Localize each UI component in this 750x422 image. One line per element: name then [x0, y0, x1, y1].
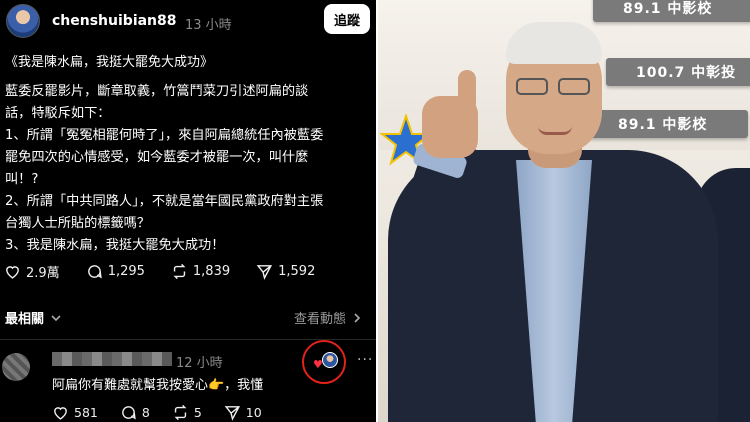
comment-button[interactable]: 1,295: [86, 263, 145, 280]
man-hair: [506, 22, 602, 64]
comment-icon: [87, 265, 102, 279]
glasses-icon: [516, 78, 594, 96]
chevron-down-icon: [51, 314, 61, 321]
post-body-line: 2、所謂「中共同路人」，不就是當年國民黨政府對主張: [5, 194, 324, 209]
share-count: 1,592: [278, 264, 316, 279]
comment-share-button[interactable]: 10: [224, 404, 262, 421]
comment-icon: [122, 406, 136, 420]
post-body-line: 1、所謂「冤冤相罷何時了」，來自阿扁總統任內被藍委: [5, 128, 324, 143]
sort-label: 最相關: [5, 312, 45, 327]
send-icon: [224, 406, 240, 421]
commenter-avatar-blurred[interactable]: [2, 353, 30, 381]
radio-station-sign: 89.1 中影校: [588, 110, 748, 138]
comment-repost-count: 5: [193, 405, 202, 420]
share-button[interactable]: 1,592: [256, 263, 315, 280]
author-username[interactable]: chenshuibian88: [52, 13, 177, 29]
man-smile: [538, 126, 572, 135]
post-header: chenshuibian88 13 小時 追蹤: [6, 4, 372, 40]
press-photo: 89.1 中影校 100.7 中彰投 89.1 中影校: [378, 0, 750, 422]
repost-icon: [174, 404, 187, 421]
comment-like-count: 581: [74, 405, 98, 420]
heart-icon: [54, 407, 67, 420]
repost-icon: [173, 263, 186, 280]
post-body-line: 台獨人士所貼的標籤嗎？: [5, 216, 151, 231]
send-icon: [256, 265, 273, 280]
repost-button[interactable]: 1,839: [171, 263, 230, 280]
author-avatar[interactable]: [6, 4, 40, 38]
more-options-icon[interactable]: ···: [357, 352, 373, 368]
post-body-line: 話，特駁斥如下：: [5, 106, 111, 121]
view-activity-link[interactable]: 查看動態: [294, 308, 362, 327]
thumbs-up-icon: [458, 70, 476, 112]
repost-count: 1,839: [192, 264, 231, 279]
post-body: 藍委反罷影片，斷章取義，竹篙鬥菜刀引述阿扁的談 話，特駁斥如下： 1、所謂「冤冤…: [5, 81, 367, 257]
author-mini-avatar: [322, 352, 338, 368]
like-button[interactable]: 2.9萬: [4, 262, 60, 281]
comment-like-button[interactable]: 581: [52, 404, 98, 421]
post-title: 《我是陳水扁，我挺大罷免大成功》: [5, 55, 214, 70]
radio-station-sign: 89.1 中影校: [593, 0, 750, 22]
comment-share-count: 10: [245, 405, 262, 420]
comment-count: 1,295: [107, 264, 145, 279]
comment-action-bar: 581 8 5 10: [52, 404, 262, 421]
comment-reply-count: 8: [141, 405, 150, 420]
commenter-name-blurred: [52, 352, 172, 366]
post-body-line: 罷免四次的心情感受，如今藍委才被罷一次，叫什麼: [5, 150, 309, 165]
like-count: 2.9萬: [26, 266, 60, 281]
comment-repost-button[interactable]: 5: [172, 404, 202, 421]
comment-text: 阿扁你有難處就幫我按愛心👉，我懂: [52, 378, 264, 393]
author-liked-highlight: ♥: [302, 340, 346, 384]
post-body-line: 藍委反罷影片，斷章取義，竹篙鬥菜刀引述阿扁的談: [5, 84, 309, 99]
post-body-line: 叫！?: [5, 172, 39, 187]
radio-station-sign: 100.7 中彰投: [606, 58, 750, 86]
comment-reply-button[interactable]: 8: [120, 404, 150, 421]
threads-post-panel: chenshuibian88 13 小時 追蹤 《我是陳水扁，我挺大罷免大成功》…: [0, 0, 376, 422]
comment-timestamp: 12 小時: [176, 356, 223, 371]
follow-button[interactable]: 追蹤: [324, 4, 370, 34]
chevron-right-icon: [354, 312, 361, 323]
heart-icon: [6, 266, 19, 279]
post-action-bar: 2.9萬 1,295 1,839 1,592: [4, 262, 315, 281]
post-timestamp: 13 小時: [185, 18, 232, 33]
activity-label: 查看動態: [293, 312, 346, 327]
post-body-line: 3、我是陳水扁，我挺大罷免大成功！: [5, 238, 225, 253]
sort-dropdown[interactable]: 最相關: [5, 308, 62, 327]
